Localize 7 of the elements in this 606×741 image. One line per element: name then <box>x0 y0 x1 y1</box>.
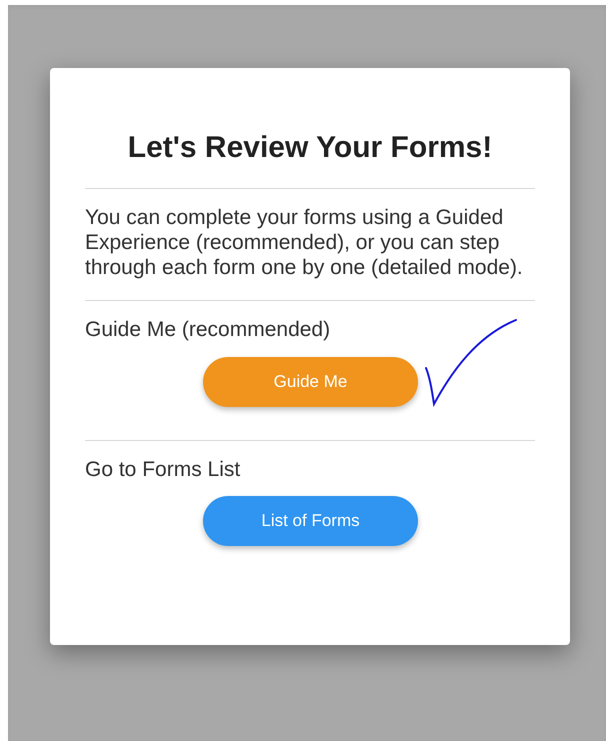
option-button[interactable]: List of Forms <box>203 496 418 546</box>
option-label: Go to Forms List <box>85 457 240 483</box>
option-button[interactable]: Guide Me <box>203 357 418 407</box>
intro-text: You can complete your forms using a Guided Experience (recommended), or you can step through each form one by one (detailed mode). <box>85 205 524 280</box>
checkmark-icon <box>422 316 520 408</box>
option-label: Guide Me (recommended) <box>85 317 330 343</box>
dialog-title: Let's Review Your Forms! <box>126 130 494 166</box>
